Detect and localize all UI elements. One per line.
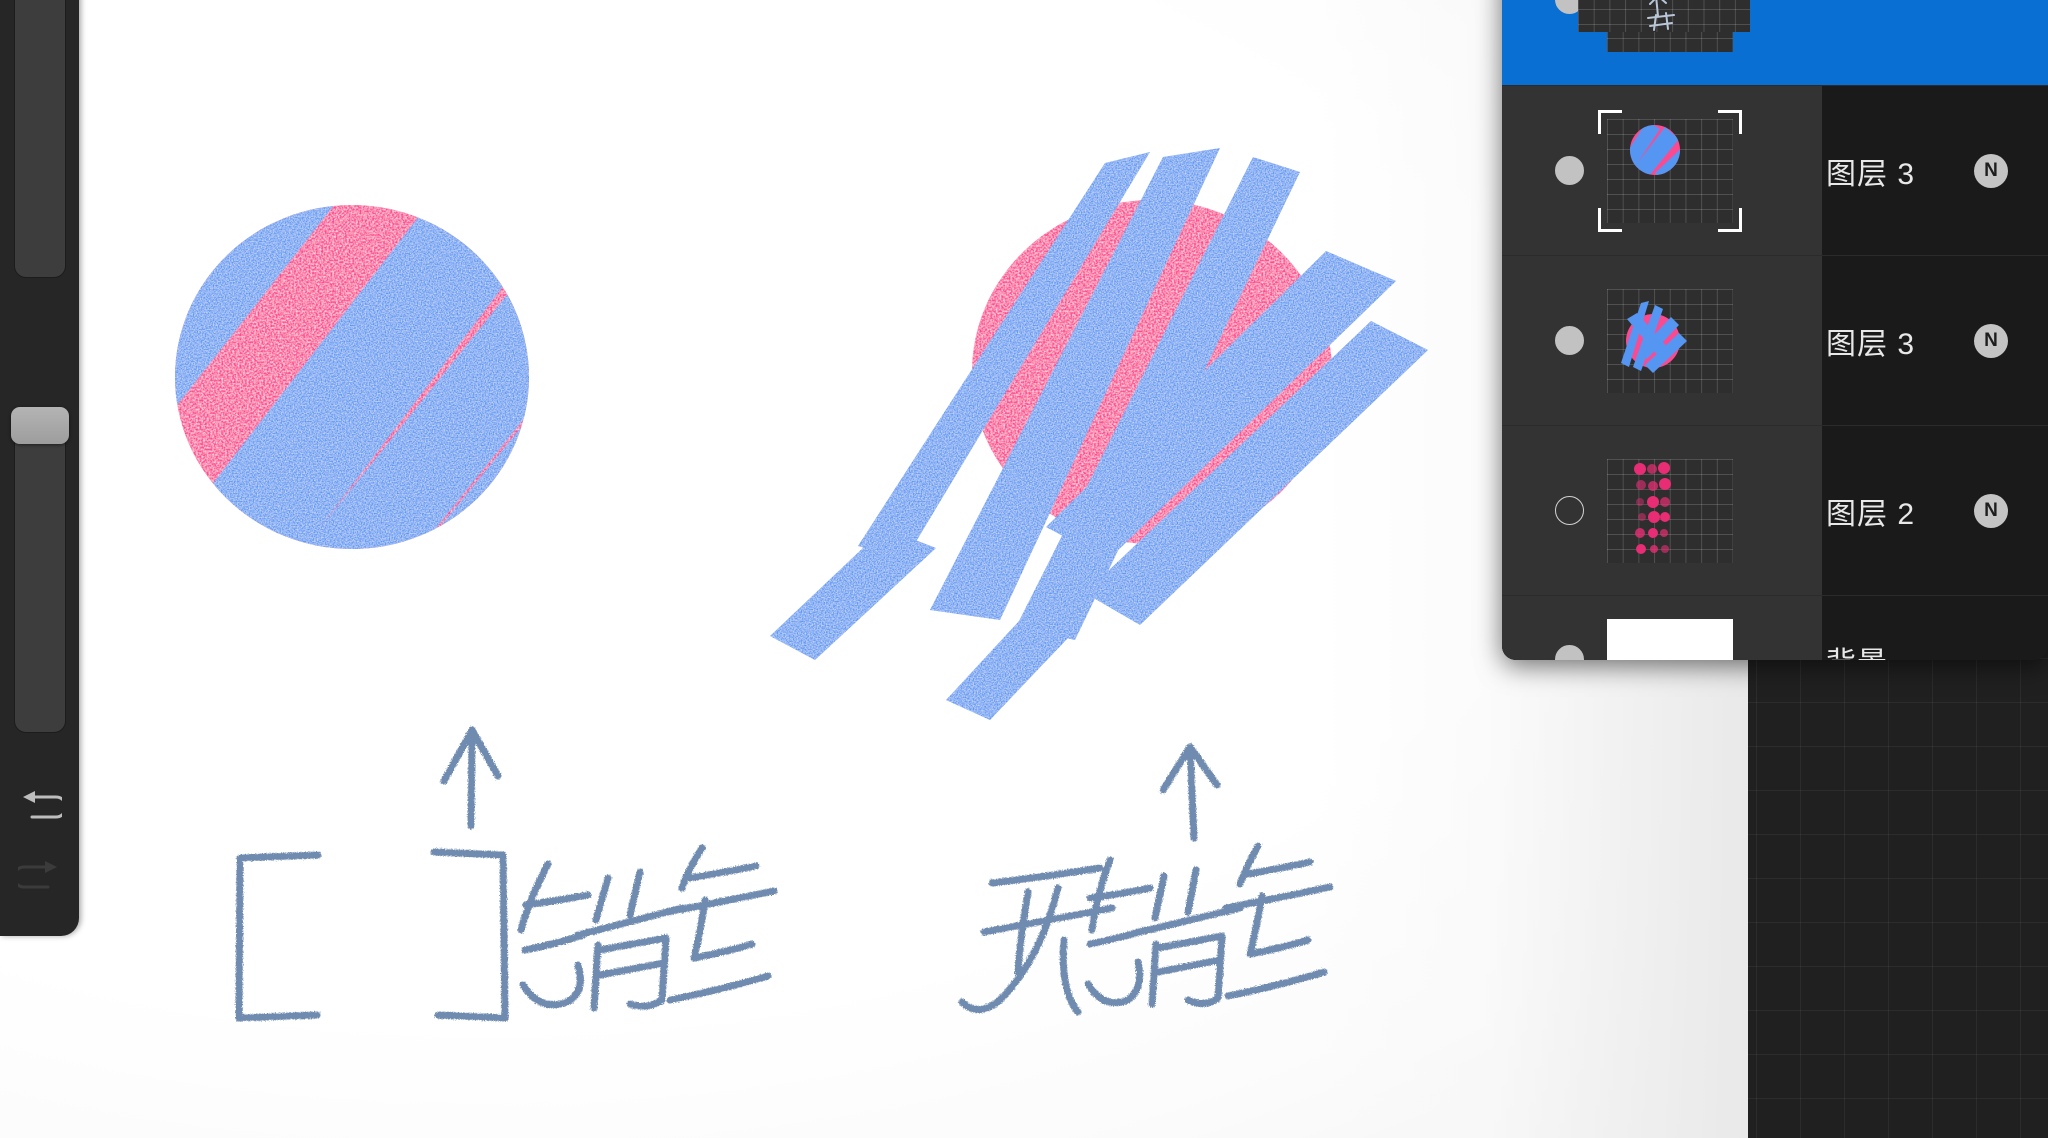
layer-thumbnail[interactable] <box>1607 458 1733 563</box>
thumbnail-pink-dots-icon <box>1634 461 1671 554</box>
layer-blend-mode-badge[interactable]: N <box>1974 153 2008 188</box>
layer-blend-mode-badge[interactable]: N <box>1974 493 2008 528</box>
layer-name: 背景 <box>1826 638 1888 661</box>
redo-icon <box>17 861 57 889</box>
redo-button[interactable] <box>0 841 79 913</box>
drawing-canvas[interactable] <box>0 0 1748 1138</box>
undo-icon <box>22 791 62 819</box>
layer-visibility-toggle[interactable] <box>1555 326 1584 355</box>
layer-row[interactable]: 图层 3 N <box>1502 85 2048 255</box>
thumbnail-striped-circle-icon <box>1630 124 1680 175</box>
layers-panel[interactable]: N <box>1502 0 2048 660</box>
layer-name: 图层 3 <box>1826 157 1916 191</box>
top-layer-thumbnail-partial[interactable] <box>1578 0 1750 32</box>
thumbnail-scribbled-circle-icon <box>1621 300 1687 373</box>
layer-thumbnail-image <box>1607 288 1733 393</box>
layer-visibility-toggle[interactable] <box>1555 645 1584 660</box>
layer-row[interactable]: 图层 3 N <box>1502 255 2048 425</box>
layer-thumbnail-image <box>1607 118 1733 223</box>
brush-size-slider[interactable] <box>14 0 66 278</box>
layer-name: 图层 3 <box>1826 327 1916 361</box>
layer-blend-mode-badge[interactable]: N <box>1974 323 2008 358</box>
layer-thumbnail-image <box>1607 618 1733 660</box>
opacity-slider-thumb[interactable] <box>11 407 69 444</box>
layer-row[interactable]: 图层 2 N <box>1502 425 2048 595</box>
opacity-slider[interactable] <box>14 410 66 733</box>
layer-thumbnail-image <box>1607 458 1733 563</box>
layer-thumbnail[interactable] <box>1607 288 1733 393</box>
layer-row[interactable]: 背景 <box>1502 595 2048 660</box>
undo-button[interactable] <box>0 771 79 843</box>
tool-rail <box>0 0 79 936</box>
layer-thumbnail[interactable] <box>1598 109 1742 232</box>
layer-visibility-toggle[interactable] <box>1555 156 1584 185</box>
thumbnail-handwriting-partial-icon <box>1647 0 1675 31</box>
layer-thumbnail[interactable] <box>1607 618 1733 660</box>
layer-visibility-toggle[interactable] <box>1555 496 1584 525</box>
layer-name: 图层 2 <box>1826 497 1916 531</box>
app-root: N <box>0 0 2048 1138</box>
